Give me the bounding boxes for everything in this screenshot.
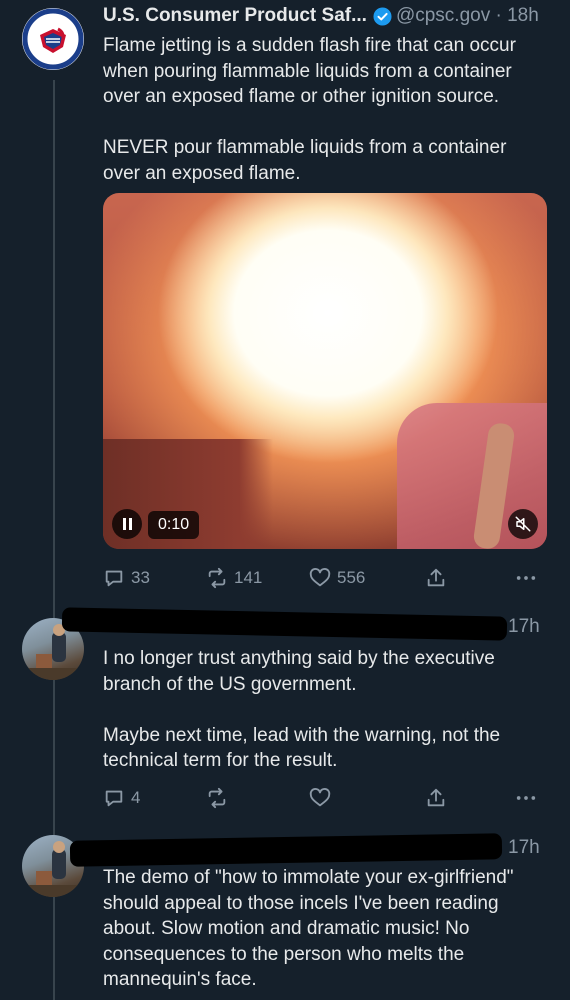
redacted-name	[69, 833, 503, 867]
tweet-header: U.S. Consumer Product Saf... @cpsc.gov ·…	[103, 3, 539, 29]
pause-button[interactable]	[112, 509, 142, 539]
reply-count: 33	[131, 568, 150, 587]
tweet-actions: 33 141 556	[103, 565, 543, 591]
share-icon	[427, 788, 445, 807]
timestamp[interactable]: 18h	[507, 5, 539, 27]
pause-icon	[122, 518, 126, 530]
more-button[interactable]	[515, 785, 537, 811]
like-button[interactable]: 556	[309, 565, 365, 591]
tweet-reply-1[interactable]: 17h I no longer trust anything said by t…	[0, 600, 570, 825]
video-time: 0:10	[148, 511, 200, 539]
more-icon	[516, 796, 536, 800]
more-button[interactable]	[515, 565, 537, 591]
tweet-reply-2[interactable]: 17h The demo of "how to immolate your ex…	[0, 825, 570, 1000]
repost-button[interactable]: 141	[206, 565, 262, 591]
heart-icon	[309, 568, 331, 587]
reply-button[interactable]: 4	[103, 785, 140, 811]
more-icon	[516, 576, 536, 580]
tweet-text: Flame jetting is a sudden flash fire tha…	[103, 35, 516, 184]
reply-icon	[105, 790, 123, 807]
verified-badge-icon	[373, 6, 392, 26]
reply-icon	[105, 570, 123, 587]
repost-icon	[208, 787, 226, 809]
mute-button[interactable]	[508, 509, 538, 539]
like-button[interactable]	[309, 785, 331, 811]
avatar-cpsc[interactable]	[22, 8, 84, 70]
separator-dot: ·	[490, 5, 508, 26]
repost-count: 141	[234, 568, 263, 587]
share-button[interactable]	[425, 785, 447, 811]
timestamp[interactable]: 17h	[508, 837, 540, 859]
cpsc-seal-icon	[22, 8, 84, 70]
reply-count: 4	[131, 788, 141, 807]
share-button[interactable]	[425, 565, 447, 591]
tweet-cpsc[interactable]: U.S. Consumer Product Saf... @cpsc.gov ·…	[0, 0, 570, 600]
video-player[interactable]: 0:10	[103, 193, 547, 549]
repost-icon	[208, 567, 226, 589]
repost-button[interactable]	[206, 785, 228, 811]
share-icon	[427, 568, 445, 587]
author-name[interactable]: U.S. Consumer Product Saf...	[103, 5, 367, 27]
like-count: 556	[337, 568, 366, 587]
timestamp[interactable]: 17h	[508, 616, 540, 638]
tweet-text: The demo of "how to immolate your ex-gir…	[103, 867, 519, 990]
tweet-header: 17h	[508, 614, 540, 640]
redacted-name	[61, 607, 508, 641]
author-handle[interactable]: @cpsc.gov	[396, 5, 490, 27]
reply-button[interactable]: 33	[103, 565, 150, 591]
tweet-text: I no longer trust anything said by the e…	[103, 648, 501, 771]
tweet-header: 17h	[508, 835, 540, 861]
muted-speaker-icon	[515, 516, 531, 532]
tweet-actions: 4	[103, 785, 543, 811]
heart-icon	[309, 788, 331, 807]
